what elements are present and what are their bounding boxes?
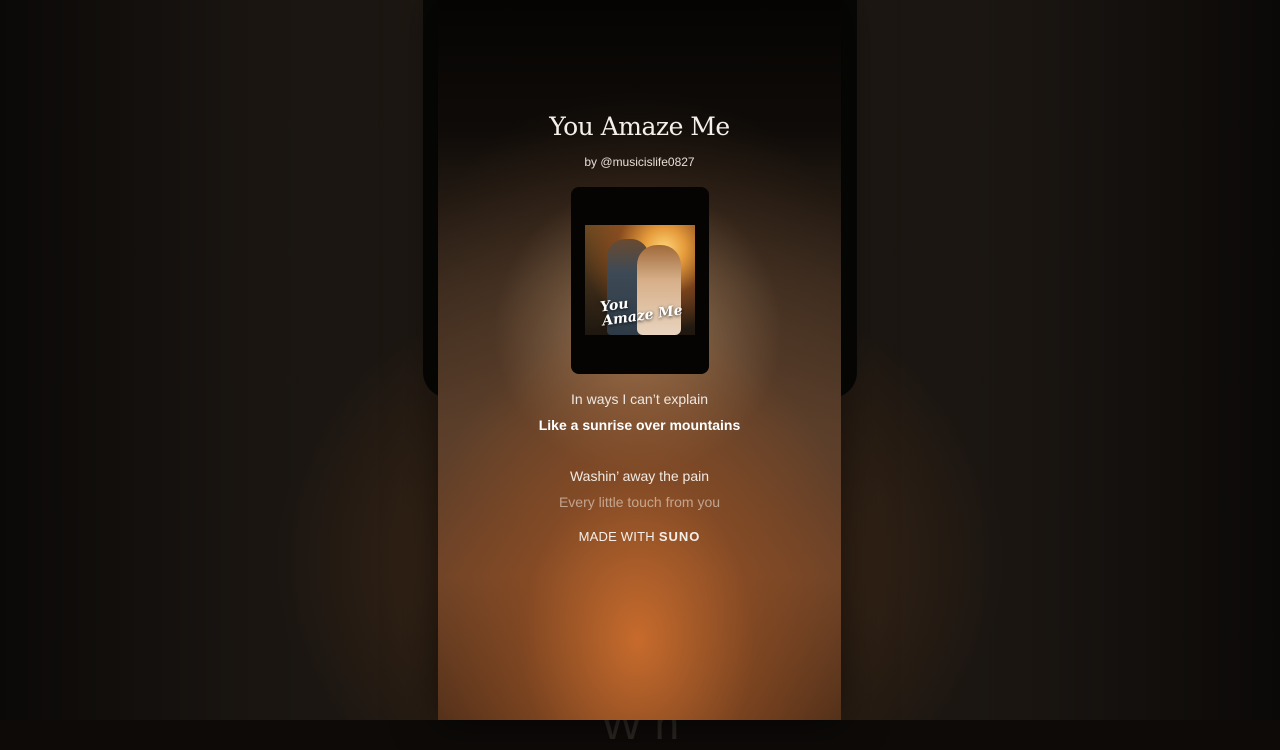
lyric-next: Washin’ away the pain xyxy=(569,468,710,484)
made-with-suno-badge[interactable]: MADE WITH SUNO xyxy=(438,529,841,544)
lyric-upcoming: Every little touch from you xyxy=(558,494,721,510)
lyric-previous: In ways I can’t explain xyxy=(571,391,708,407)
lyric-current: Like a sunrise over mountains xyxy=(538,417,741,433)
album-cover-art: You Amaze Me xyxy=(585,225,695,335)
song-title: You Amaze Me xyxy=(549,112,730,141)
album-player[interactable]: You Amaze Me xyxy=(571,187,709,374)
made-with-label: MADE WITH xyxy=(578,529,655,544)
lyric-video-card: You Amaze Me by @musicislife0827 You Ama… xyxy=(438,0,841,720)
suno-brand: SUNO xyxy=(658,529,701,544)
artist-byline: by @musicislife0827 xyxy=(584,155,695,169)
